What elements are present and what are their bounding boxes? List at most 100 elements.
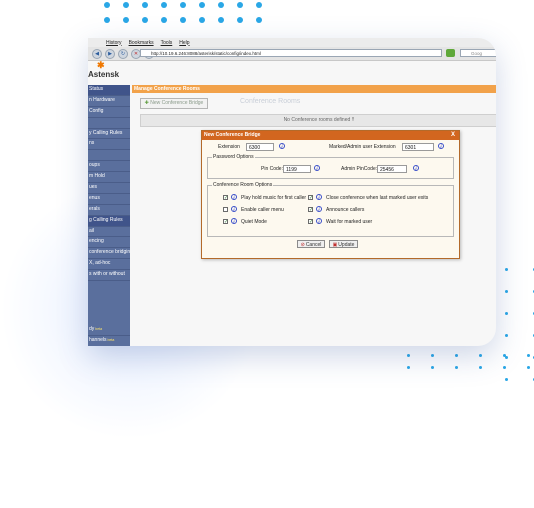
cancel-icon: ⊘	[300, 242, 305, 248]
logo-text: Astensk	[88, 70, 120, 79]
menu-tools[interactable]: Tools	[161, 40, 173, 46]
decorative-dot	[505, 378, 508, 381]
pin-code-info-icon[interactable]: i	[314, 165, 320, 171]
password-options-fieldset: Password Options Pin Code: 1199 i Admin …	[207, 154, 454, 179]
option-info-icon[interactable]: i	[316, 194, 322, 200]
go-button[interactable]	[446, 49, 455, 57]
section-title: Conference Rooms	[240, 98, 301, 105]
decorative-dot	[218, 17, 224, 23]
decorative-dot	[180, 17, 186, 23]
back-icon[interactable]: ◀	[92, 48, 102, 59]
decorative-dot	[407, 366, 410, 369]
browser-toolbar: ◀ ▶ ↻ ✕ ⌂ http://10.19.6.246:8088/asteri…	[88, 47, 496, 61]
sidebar-item[interactable]: oups	[88, 161, 130, 173]
option-checkbox[interactable]	[223, 207, 228, 212]
decorative-dot	[104, 17, 110, 23]
decorative-dot	[237, 17, 243, 23]
decorative-dot	[161, 2, 167, 8]
menu-bookmarks[interactable]: Bookmarks	[129, 40, 154, 46]
sidebar-item-beta[interactable]: dybeta	[88, 325, 130, 336]
marked-extension-info-icon[interactable]: i	[438, 143, 444, 149]
option-checkbox[interactable]: ✓	[223, 195, 228, 201]
dialog-title-bar: New Conference Bridge X	[202, 131, 459, 140]
decorative-dot-grid-bottom	[407, 354, 534, 369]
extension-info-icon[interactable]: i	[279, 143, 285, 149]
empty-rooms-message: No Conference rooms defined !!	[140, 114, 496, 127]
sidebar-item[interactable]: ues	[88, 183, 130, 194]
add-icon: ✚	[144, 100, 149, 106]
decorative-dot	[142, 2, 148, 8]
sidebar-item[interactable]	[88, 150, 130, 162]
option-info-icon[interactable]: i	[231, 206, 237, 212]
option-checkbox[interactable]: ✓	[308, 207, 313, 213]
decorative-dot	[180, 2, 186, 8]
sidebar-item[interactable]: s with or without	[88, 270, 130, 282]
cancel-label: Cancel	[305, 242, 322, 248]
option-info-icon[interactable]: i	[316, 206, 322, 212]
decorative-dot	[527, 366, 530, 369]
decorative-dot	[256, 2, 262, 8]
sidebar-item[interactable]: m Hold	[88, 172, 130, 184]
sidebar-item-beta[interactable]: hannelsbeta	[88, 336, 130, 346]
marked-extension-field[interactable]: 6301	[402, 143, 434, 151]
reload-icon[interactable]: ↻	[118, 48, 128, 59]
decorative-dot	[218, 2, 224, 8]
browser-screenshot: History Bookmarks Tools Help ◀ ▶ ↻ ✕ ⌂ h…	[88, 38, 496, 346]
sidebar-item[interactable]: Status	[88, 85, 130, 96]
decorative-dot	[199, 2, 205, 8]
search-input[interactable]: Goog	[460, 49, 496, 57]
new-conference-bridge-dialog: New Conference Bridge X Extension 6300 i…	[201, 130, 460, 259]
url-bar[interactable]: http://10.19.6.246:8088/asterisk/static/…	[140, 49, 442, 57]
extension-field[interactable]: 6300	[246, 143, 274, 151]
decorative-dot	[455, 366, 458, 369]
option-checkbox[interactable]: ✓	[223, 219, 228, 225]
sidebar-item[interactable]: conference bridging	[88, 248, 130, 260]
decorative-dot	[503, 366, 506, 369]
sidebar-item[interactable]: erals	[88, 205, 130, 216]
option-info-icon[interactable]: i	[231, 218, 237, 224]
admin-pin-field[interactable]: 25456	[377, 165, 407, 173]
menu-history[interactable]: History	[106, 40, 122, 46]
update-button[interactable]: ▣Update	[329, 240, 358, 248]
admin-pin-info-icon[interactable]: i	[413, 165, 419, 171]
menu-help[interactable]: Help	[179, 40, 189, 46]
sidebar-item[interactable]: g Calling Rules	[88, 215, 130, 227]
page-title: Manage Conference Rooms	[132, 85, 496, 93]
beta-badge: beta	[95, 327, 103, 332]
close-icon[interactable]: X	[451, 131, 455, 140]
sidebar-item[interactable]: X, ad-hoc	[88, 259, 130, 271]
decorative-dot	[431, 354, 434, 357]
sidebar-item[interactable]: ns	[88, 139, 130, 151]
option-label: Close conference when last marked user e…	[326, 195, 429, 201]
decorative-dot	[431, 366, 434, 369]
decorative-dot	[161, 17, 167, 23]
option-label: Enable caller menu	[241, 207, 284, 213]
sidebar: Status n Hardware Config y Calling Rules ns o…	[88, 85, 130, 346]
decorative-dot	[527, 354, 530, 357]
option-checkbox[interactable]: ✓	[308, 219, 313, 225]
browser-menubar: History Bookmarks Tools Help	[88, 38, 496, 47]
sidebar-item[interactable]: n Hardware	[88, 96, 130, 107]
decorative-dot	[505, 312, 508, 315]
sidebar-item[interactable]: Config	[88, 107, 130, 118]
admin-pin-label: Admin PinCode:	[341, 166, 378, 172]
forward-icon[interactable]: ▶	[105, 48, 115, 59]
sidebar-item[interactable]: ail	[88, 227, 130, 238]
conference-options-fieldset: Conference Room Options ✓ i Play hold musi…	[207, 182, 454, 237]
new-bridge-label: New Conference Bridge	[150, 100, 204, 106]
new-conference-bridge-button[interactable]: ✚ New Conference Bridge	[140, 98, 208, 109]
option-checkbox[interactable]: ✓	[308, 195, 313, 201]
option-info-icon[interactable]: i	[231, 194, 237, 200]
pin-code-field[interactable]: 1199	[283, 165, 311, 173]
cancel-button[interactable]: ⊘Cancel	[297, 240, 325, 248]
sidebar-item[interactable]: encing	[88, 237, 130, 249]
decorative-dot	[479, 354, 482, 357]
option-info-icon[interactable]: i	[316, 218, 322, 224]
decorative-dot	[479, 366, 482, 369]
decorative-dot	[505, 290, 508, 293]
sidebar-item[interactable]: y Calling Rules	[88, 129, 130, 140]
sidebar-item[interactable]: enus	[88, 194, 130, 205]
sidebar-item[interactable]	[88, 118, 130, 129]
option-label: Play hold music for first caller	[241, 195, 307, 201]
